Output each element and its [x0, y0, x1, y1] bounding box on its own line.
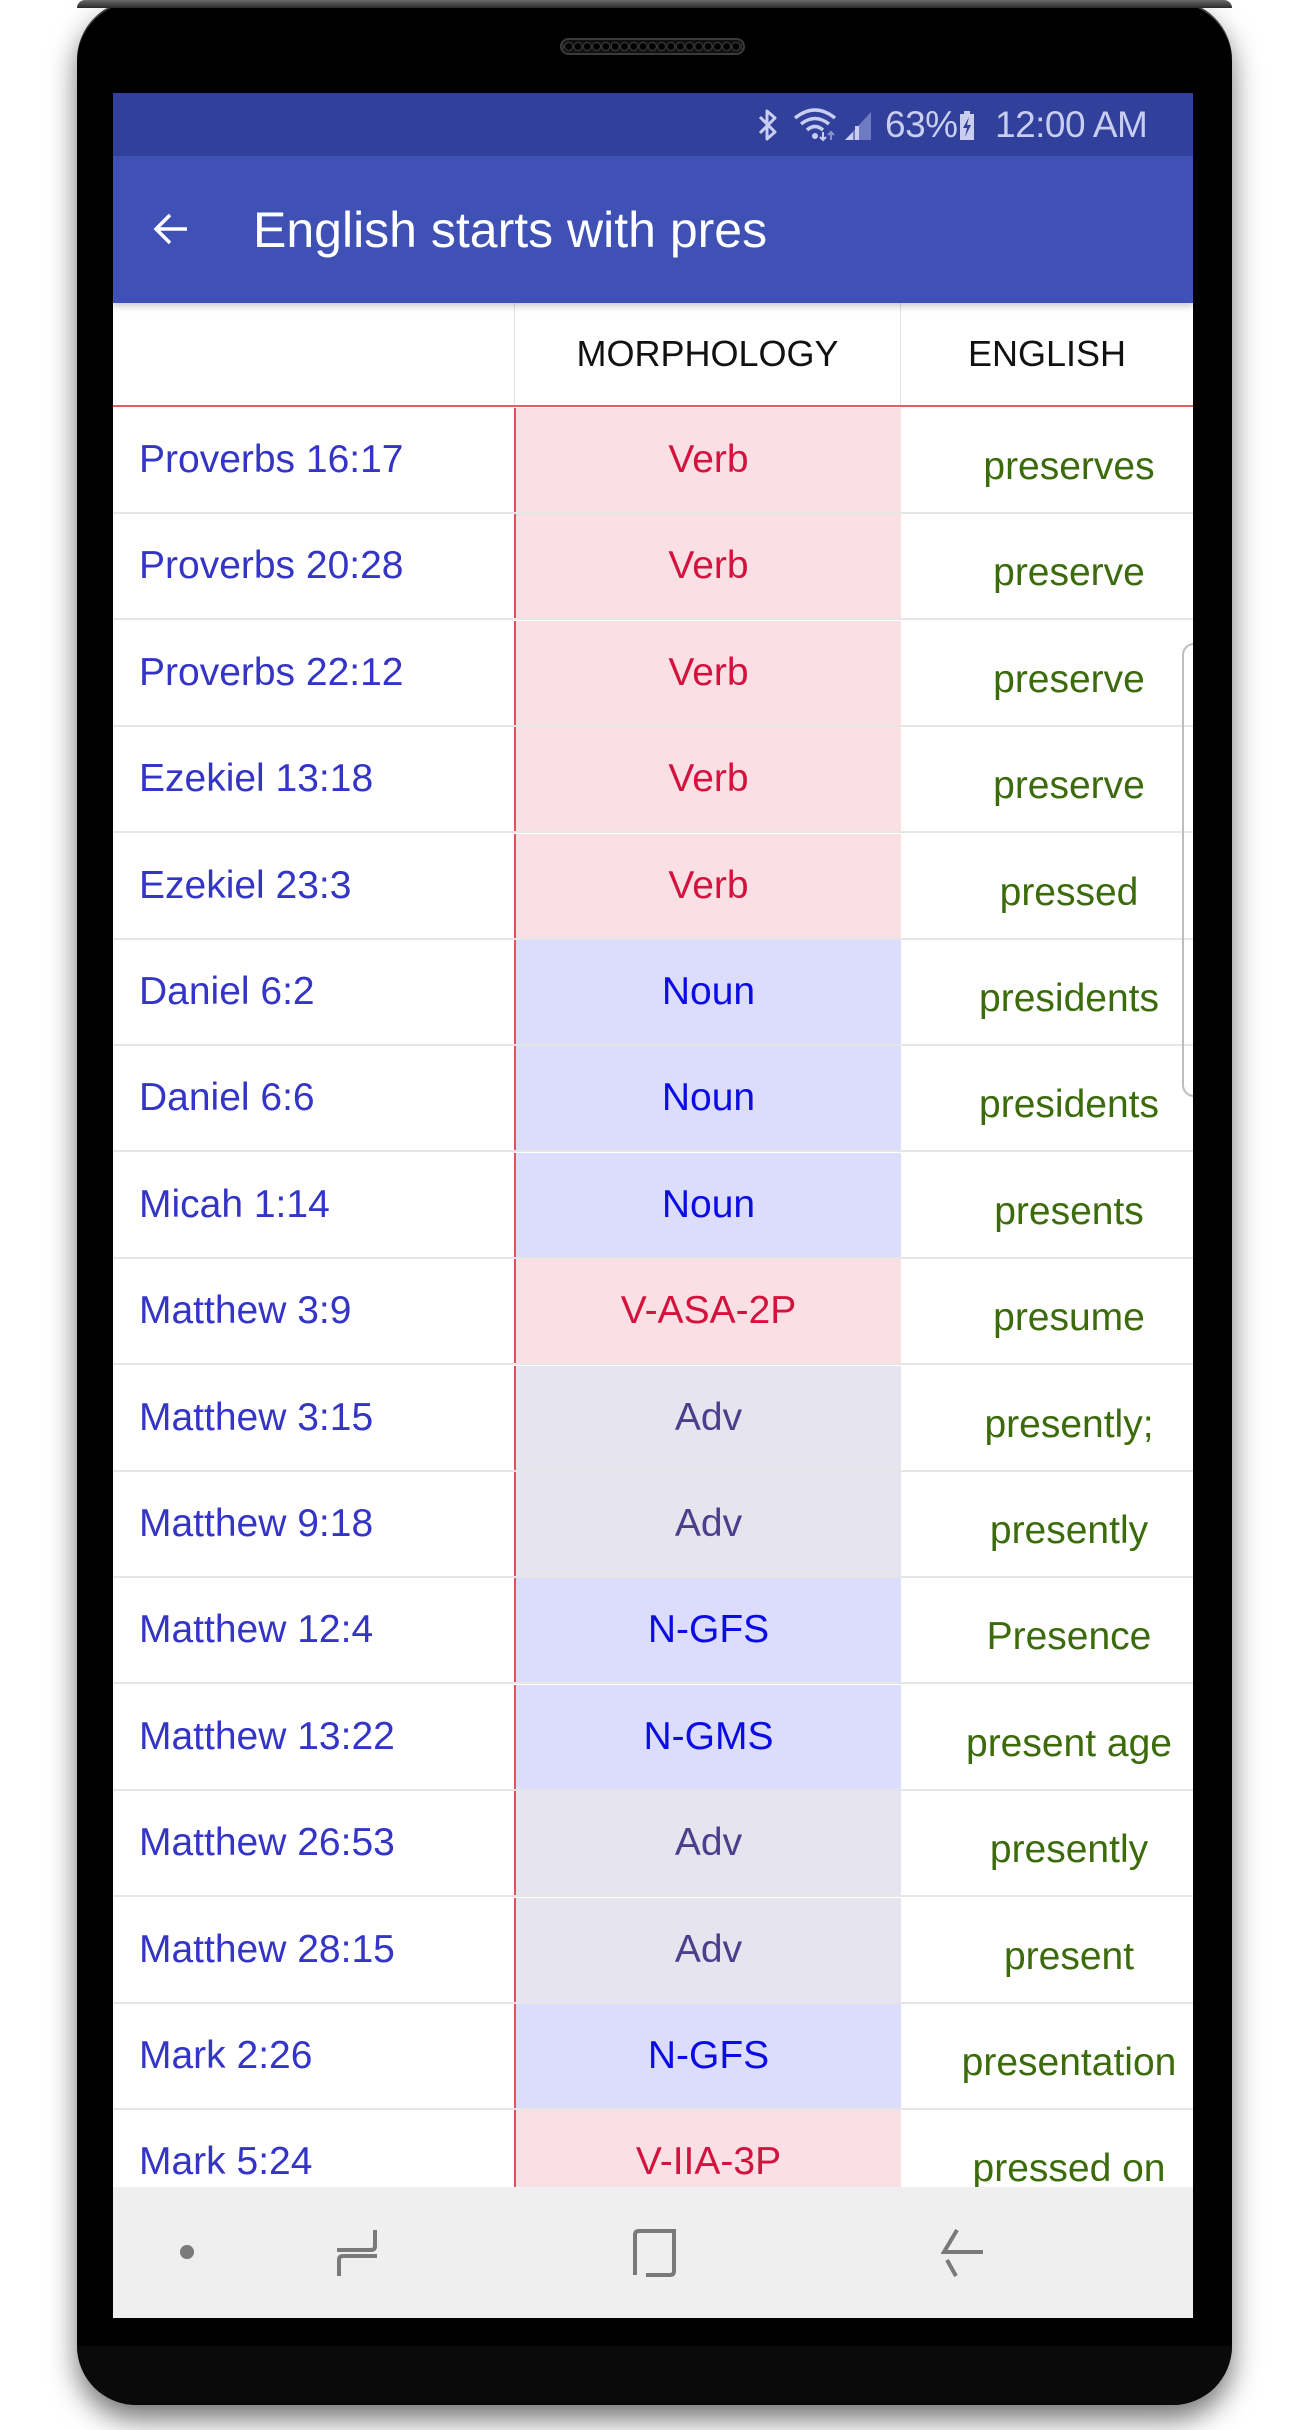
status-bar: 63% 12:00 AM: [113, 93, 1193, 156]
english-word: presents: [994, 1189, 1144, 1233]
english-word: presume: [993, 1296, 1145, 1340]
english-word: preserve: [993, 657, 1145, 701]
table-row[interactable]: Matthew 3:15 Adv presently;: [113, 1365, 1193, 1472]
verse-reference[interactable]: Ezekiel 13:18: [113, 727, 514, 831]
verse-reference[interactable]: Matthew 13:22: [113, 1685, 514, 1789]
page-title: English starts with pres: [253, 201, 768, 258]
column-header-morphology[interactable]: MORPHOLOGY: [514, 303, 901, 405]
morphology-cell: V-ASA-2P: [514, 1259, 901, 1364]
table-row[interactable]: Matthew 9:18 Adv presently: [113, 1472, 1193, 1578]
table-row[interactable]: Matthew 13:22 N-GMS present age: [113, 1684, 1193, 1791]
verse-reference[interactable]: Matthew 3:9: [113, 1259, 514, 1363]
dot-indicator-icon[interactable]: [167, 2232, 207, 2272]
signal-icon: [843, 93, 873, 156]
table-row[interactable]: Daniel 6:6 Noun presidents: [113, 1046, 1193, 1153]
verse-reference[interactable]: Matthew 12:4: [113, 1578, 514, 1682]
navigation-bar: [113, 2187, 1193, 2318]
verse-reference[interactable]: Daniel 6:2: [113, 940, 514, 1044]
verse-reference[interactable]: Daniel 6:6: [113, 1046, 514, 1150]
verse-reference[interactable]: Proverbs 16:17: [113, 408, 514, 512]
english-word: preserve: [993, 551, 1145, 595]
verse-reference[interactable]: Matthew 26:53: [113, 1791, 514, 1895]
home-button[interactable]: [627, 2225, 683, 2281]
verse-reference[interactable]: Matthew 28:15: [113, 1898, 514, 2002]
verse-reference[interactable]: Proverbs 20:28: [113, 514, 514, 618]
table-header: MORPHOLOGY ENGLISH: [113, 303, 1193, 407]
table-row[interactable]: Matthew 26:53 Adv presently: [113, 1791, 1193, 1898]
morphology-cell: N-GFS: [514, 2004, 901, 2108]
english-word: pressed: [999, 870, 1139, 914]
table-row[interactable]: Matthew 12:4 N-GFS Presence: [113, 1578, 1193, 1685]
table-row[interactable]: Daniel 6:2 Noun presidents: [113, 940, 1193, 1046]
table-row[interactable]: Mark 2:26 N-GFS presentation: [113, 2004, 1193, 2110]
morphology-cell: Verb: [514, 514, 901, 619]
english-word: presidents: [979, 1083, 1159, 1127]
battery-percent: 63%: [885, 103, 958, 145]
morphology-cell: Verb: [514, 727, 901, 832]
morphology-cell: Verb: [514, 620, 901, 725]
english-word: present age: [966, 1721, 1172, 1765]
phone-rim: [77, 0, 1232, 8]
verse-reference[interactable]: Matthew 9:18: [113, 1472, 514, 1576]
column-header-reference[interactable]: [113, 303, 514, 405]
morphology-cell: Adv: [514, 1791, 901, 1896]
english-word: presently: [989, 1828, 1149, 1872]
morphology-cell: Noun: [514, 1046, 901, 1151]
back-icon: [941, 2228, 983, 2277]
english-word: presently: [989, 1509, 1149, 1552]
english-word: presently;: [984, 1402, 1154, 1446]
verse-reference[interactable]: Proverbs 22:12: [113, 621, 514, 725]
clock: 12:00 AM: [995, 103, 1148, 145]
english-word: presidents: [979, 977, 1159, 1020]
column-header-english[interactable]: ENGLISH: [901, 303, 1193, 405]
home-icon: [633, 2229, 676, 2277]
english-word: Presence: [986, 1615, 1152, 1659]
morphology-cell: Verb: [514, 408, 901, 512]
morphology-cell: Noun: [514, 940, 901, 1044]
table-row[interactable]: Matthew 3:9 V-ASA-2P presume: [113, 1259, 1193, 1366]
wifi-icon: [793, 93, 837, 156]
table-row[interactable]: Micah 1:14 Noun presents: [113, 1152, 1193, 1259]
speaker-grille: [560, 38, 745, 55]
arrow-left-icon: [153, 213, 187, 245]
verse-reference[interactable]: Micah 1:14: [113, 1153, 514, 1257]
app-bar: English starts with pres: [113, 156, 1193, 303]
morphology-cell: Adv: [514, 1472, 901, 1576]
screen: 63% 12:00 AM English starts with pres MO…: [113, 93, 1193, 2318]
table-row[interactable]: Proverbs 16:17 Verb preserves: [113, 408, 1193, 514]
table-row[interactable]: Ezekiel 13:18 Verb preserve: [113, 727, 1193, 834]
morphology-cell: N-GFS: [514, 1578, 901, 1683]
verse-reference[interactable]: Ezekiel 23:3: [113, 834, 514, 938]
morphology-cell: Noun: [514, 1152, 901, 1257]
english-word: presentation: [961, 2041, 1177, 2084]
verse-reference[interactable]: Matthew 3:15: [113, 1366, 514, 1470]
back-button[interactable]: [141, 199, 201, 259]
table-row[interactable]: Proverbs 22:12 Verb preserve: [113, 620, 1193, 727]
english-word: preserves: [983, 445, 1155, 488]
morphology-cell: Adv: [514, 1365, 901, 1470]
english-word: preserve: [993, 764, 1145, 808]
back-nav-button[interactable]: [935, 2225, 991, 2281]
morphology-cell: Verb: [514, 833, 901, 938]
verse-reference[interactable]: Mark 2:26: [113, 2004, 514, 2108]
morphology-cell: N-GMS: [514, 1684, 901, 1789]
english-word: present: [1003, 1934, 1135, 1978]
battery-charging-icon: [959, 93, 975, 156]
recents-icon: [337, 2230, 377, 2276]
table-row[interactable]: Proverbs 20:28 Verb preserve: [113, 514, 1193, 621]
recents-button[interactable]: [329, 2225, 385, 2281]
morphology-cell: Adv: [514, 1897, 901, 2002]
table-row[interactable]: Matthew 28:15 Adv present: [113, 1897, 1193, 2004]
phone-chin: [77, 2346, 1232, 2405]
bluetooth-icon: [757, 93, 779, 156]
table-row[interactable]: Ezekiel 23:3 Verb pressed: [113, 833, 1193, 940]
scrollbar[interactable]: [1182, 643, 1193, 1097]
